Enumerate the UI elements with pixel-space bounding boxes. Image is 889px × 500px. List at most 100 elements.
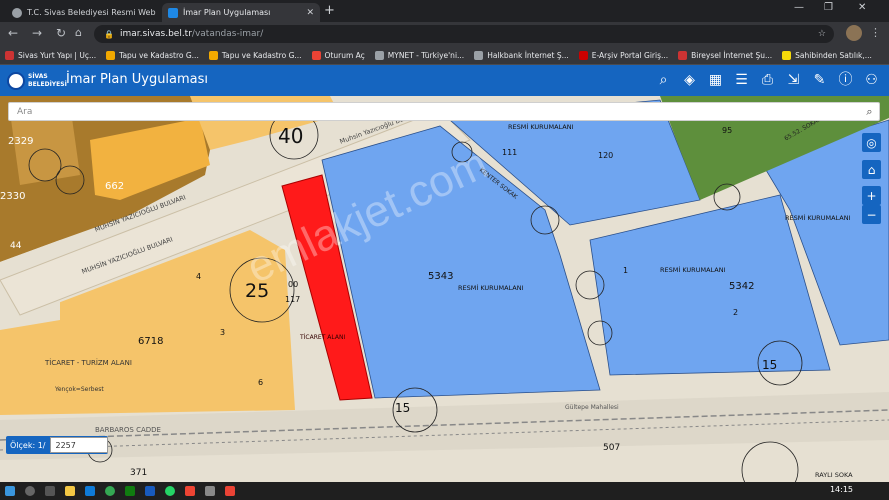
bookmark-favicon-icon — [106, 50, 116, 60]
new-tab-button[interactable]: + — [324, 3, 335, 19]
bookmarks-bar: Sivas Yurt Yapı | Uç... Tapu ve Kadastro… — [0, 46, 889, 65]
export-icon[interactable]: ⇲ — [785, 72, 802, 89]
parcel-label: 3 — [220, 328, 226, 337]
bookmark-item[interactable]: Halkbank İnternet Ş... — [469, 50, 574, 60]
bookmark-item[interactable]: MYNET - Türkiye'ni... — [370, 50, 469, 60]
list-icon[interactable]: ☰ — [733, 72, 750, 89]
close-tab-icon[interactable]: ✕ — [300, 8, 314, 18]
bookmark-favicon-icon — [374, 50, 384, 60]
globe-icon — [12, 7, 22, 18]
app-icon[interactable] — [185, 486, 195, 496]
url-path: /vatandas-imar/ — [191, 29, 264, 39]
bookmark-item[interactable]: E-Arşiv Portal Giriş... — [574, 50, 673, 60]
home-icon[interactable]: ⌂ — [75, 26, 82, 40]
zone-label: TİCARET - TURİZM ALANI — [45, 359, 132, 367]
bookmark-label: Sivas Yurt Yapı | Uç... — [18, 50, 97, 60]
start-icon[interactable] — [5, 486, 15, 496]
parcel-label: 00 — [288, 280, 299, 289]
parcel-label: 117 — [285, 295, 301, 304]
tab-imar-plan[interactable]: İmar Plan Uygulaması ✕ — [162, 3, 320, 22]
info-icon[interactable]: ⓘ — [837, 72, 854, 89]
help-icon[interactable]: ⚇ — [863, 72, 880, 89]
site-favicon-icon — [168, 7, 178, 18]
lock-icon: 🔒 — [104, 29, 114, 39]
parcel-label: 507 — [603, 443, 621, 453]
bookmark-item[interactable]: Tapu ve Kadastro G... — [101, 50, 204, 60]
bookmark-star-icon[interactable]: ☆ — [818, 29, 826, 39]
file-explorer-icon[interactable] — [65, 486, 75, 496]
whatsapp-icon[interactable] — [165, 486, 175, 496]
scale-label: Ölçek: 1/ — [10, 440, 46, 450]
avatar[interactable] — [846, 25, 862, 41]
forward-icon[interactable]: → — [32, 26, 42, 40]
map-canvas[interactable]: 40 25 00 117 15 15 5343 5342 6718 662 23… — [0, 96, 889, 482]
bookmark-label: Tapu ve Kadastro G... — [119, 50, 199, 60]
layers-icon[interactable]: ◈ — [681, 72, 698, 89]
bookmark-favicon-icon — [782, 50, 792, 60]
bookmark-favicon-icon — [5, 50, 14, 60]
app-icon[interactable] — [225, 486, 235, 496]
print-icon[interactable]: ⎙ — [759, 72, 776, 89]
address-bar[interactable]: 🔒 imar.sivas.bel.tr/vatandas-imar/ ☆ — [94, 25, 834, 43]
reload-icon[interactable]: ↻ — [56, 26, 66, 40]
search-icon[interactable]: ⌕ — [860, 103, 879, 120]
query-icon[interactable]: ⌕ — [655, 72, 672, 89]
zoom-in-icon[interactable]: + — [862, 186, 881, 205]
maximize-button[interactable]: ❐ — [824, 2, 833, 13]
task-view-icon[interactable] — [45, 486, 55, 496]
edge-icon[interactable] — [85, 486, 95, 496]
parcel-label: 120 — [598, 151, 614, 160]
parcel-label: 44 — [10, 241, 22, 251]
bookmark-label: Sahibinden Satılık,... — [795, 50, 872, 60]
logo-emblem-icon — [7, 72, 25, 90]
parcel-label: 1 — [623, 266, 629, 275]
chrome-icon[interactable] — [105, 486, 115, 496]
app-title: İmar Plan Uygulaması — [66, 72, 209, 87]
bookmark-favicon-icon — [311, 50, 321, 60]
tab-title: T.C. Sivas Belediyesi Resmi Web S — [27, 8, 158, 17]
scale-control: Ölçek: 1/ 2257 — [6, 436, 108, 454]
bookmark-label: Oturum Aç — [324, 50, 365, 60]
minimize-button[interactable]: — — [794, 2, 804, 13]
measure-icon[interactable]: ✎ — [811, 72, 828, 89]
app-icon[interactable] — [205, 486, 215, 496]
back-icon[interactable]: ← — [8, 26, 18, 40]
bookmark-favicon-icon — [678, 50, 688, 60]
parcel-label: 6718 — [138, 336, 164, 347]
browser-menu-icon[interactable]: ⋮ — [870, 26, 881, 39]
map-search-input[interactable]: Ara ⌕ — [8, 102, 880, 121]
home-icon[interactable]: ⌂ — [862, 160, 881, 179]
logo-text: SİVAS BELEDİYESİ — [28, 73, 67, 88]
tab-sivas-belediyesi[interactable]: T.C. Sivas Belediyesi Resmi Web S ✕ — [6, 3, 158, 22]
bookmark-item[interactable]: Sahibinden Satılık,... — [777, 50, 877, 60]
app-header: SİVAS BELEDİYESİ İmar Plan Uygulaması ⌕ … — [0, 65, 889, 96]
zone-label: RESMİ KURUMALANI — [508, 123, 574, 131]
parcel-label: 40 — [278, 124, 304, 148]
bookmark-item[interactable]: Bireysel İnternet Şu... — [673, 50, 777, 60]
compass-icon[interactable]: ◎ — [862, 133, 881, 152]
parcel-label: 4 — [196, 272, 202, 281]
tab-title: İmar Plan Uygulaması — [183, 8, 271, 17]
bookmark-item[interactable]: Oturum Aç — [307, 50, 370, 60]
bookmark-label: E-Arşiv Portal Giriş... — [591, 50, 669, 60]
zoom-out-icon[interactable]: − — [862, 205, 881, 224]
windows-taskbar: 14:15 — [0, 482, 889, 500]
bookmark-item[interactable]: Tapu ve Kadastro G... — [204, 50, 307, 60]
parcel-label: 662 — [105, 181, 125, 192]
parcel-label: 2330 — [0, 191, 26, 202]
search-icon[interactable] — [25, 486, 35, 496]
close-window-button[interactable]: ✕ — [858, 2, 866, 13]
parcel-label: 15 — [762, 358, 778, 372]
parcel-label: 6 — [258, 378, 264, 387]
bookmark-item[interactable]: Sivas Yurt Yapı | Uç... — [0, 50, 101, 60]
url-host: imar.sivas.bel.tr — [119, 29, 192, 39]
word-icon[interactable] — [145, 486, 155, 496]
excel-icon[interactable] — [125, 486, 135, 496]
grid-icon[interactable]: ▦ — [707, 72, 724, 89]
scale-input[interactable]: 2257 — [49, 437, 108, 453]
browser-toolbar: ← → ↻ ⌂ 🔒 imar.sivas.bel.tr/vatandas-ima… — [0, 22, 889, 46]
browser-tab-bar: T.C. Sivas Belediyesi Resmi Web S ✕ İmar… — [0, 0, 889, 22]
street-label: RAYLI SOKA — [815, 471, 853, 479]
municipality-logo: SİVAS BELEDİYESİ — [7, 70, 67, 92]
zone-label: Yençok=Serbest — [55, 386, 104, 393]
